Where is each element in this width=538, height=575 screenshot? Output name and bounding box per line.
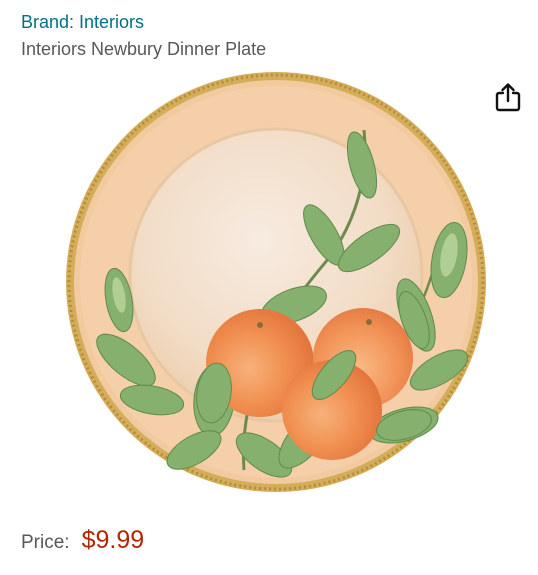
share-icon (495, 83, 521, 112)
price-value: $9.99 (81, 526, 145, 554)
share-button[interactable] (494, 82, 522, 112)
price-label: Price: (21, 532, 70, 553)
plate-illustration (66, 72, 486, 492)
price-row: Price: $9.99 (21, 526, 144, 556)
product-title: Interiors Newbury Dinner Plate (21, 39, 267, 59)
brand-link[interactable]: Brand: Interiors (21, 11, 144, 33)
product-image[interactable] (64, 70, 488, 494)
